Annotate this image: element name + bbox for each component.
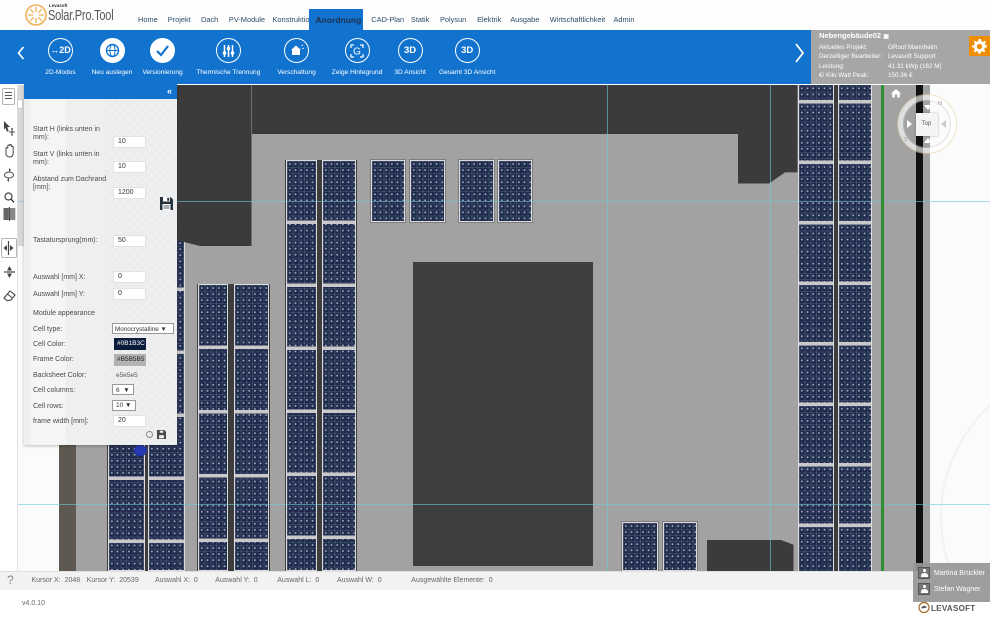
svg-text:G: G xyxy=(353,46,361,57)
